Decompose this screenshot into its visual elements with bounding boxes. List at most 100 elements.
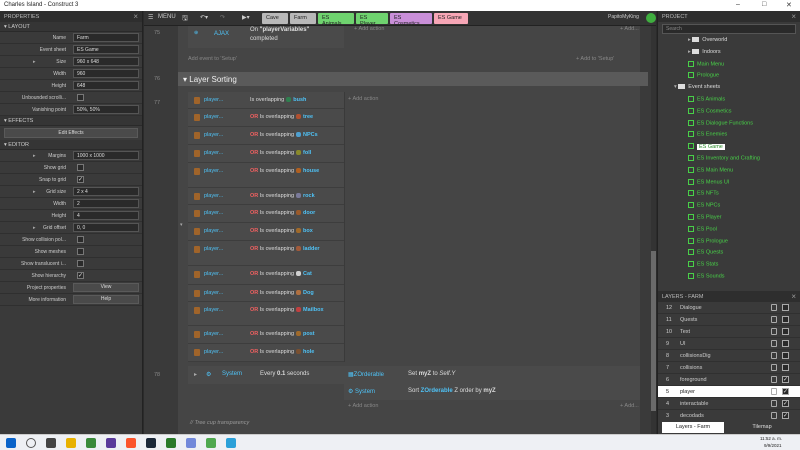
- scrollbar-thumb[interactable]: [651, 251, 656, 411]
- property-field[interactable]: 960: [73, 69, 139, 78]
- property-checkbox[interactable]: [77, 164, 84, 171]
- property-checkbox[interactable]: ✓: [77, 176, 84, 183]
- property-checkbox[interactable]: [77, 236, 84, 243]
- layer-row[interactable]: 9 UI: [658, 338, 800, 350]
- lock-icon[interactable]: [771, 400, 777, 407]
- add-to-setup-link[interactable]: + Add to 'Setup': [576, 56, 614, 62]
- maximize-icon[interactable]: □: [762, 1, 766, 8]
- property-field[interactable]: 2: [73, 199, 139, 208]
- lock-icon[interactable]: [771, 388, 777, 395]
- project-search-input[interactable]: Search: [662, 24, 796, 34]
- expand-icon[interactable]: ▸: [33, 59, 36, 65]
- editor-section[interactable]: ▾ EDITOR: [0, 140, 142, 150]
- property-button[interactable]: Help: [73, 295, 139, 304]
- lock-icon[interactable]: [771, 376, 777, 383]
- app-icon[interactable]: [226, 438, 236, 448]
- steam-icon[interactable]: [146, 438, 156, 448]
- visibility-checkbox[interactable]: [782, 340, 789, 347]
- collapse-icon[interactable]: ▾: [180, 222, 183, 228]
- add-action-link[interactable]: + Add action: [348, 96, 378, 102]
- condition-row[interactable]: player... OR Is overlapping rock: [188, 188, 344, 205]
- property-checkbox[interactable]: [77, 94, 84, 101]
- add-link[interactable]: + Add...: [620, 403, 639, 409]
- close-icon[interactable]: ✕: [786, 1, 792, 9]
- file-explorer-icon[interactable]: [66, 438, 76, 448]
- layer-row[interactable]: 7 collisions: [658, 362, 800, 374]
- property-checkbox[interactable]: [77, 248, 84, 255]
- condition-row[interactable]: player... OR Is overlapping tree: [188, 109, 344, 127]
- property-checkbox[interactable]: ✓: [77, 272, 84, 279]
- property-field[interactable]: 0, 0: [73, 223, 139, 232]
- lock-icon[interactable]: [771, 304, 777, 311]
- property-field[interactable]: 960 x 648: [73, 57, 139, 66]
- project-item[interactable]: ES Inventory and Crafting: [688, 155, 760, 161]
- add-event-setup-link[interactable]: Add event to 'Setup': [188, 56, 237, 62]
- add-action-link[interactable]: + Add action: [348, 403, 378, 409]
- expand-icon[interactable]: ▸: [33, 153, 36, 159]
- menu-icon[interactable]: ☰: [148, 14, 153, 21]
- tab-document[interactable]: Farm: [290, 13, 316, 24]
- discord-icon[interactable]: [186, 438, 196, 448]
- project-item[interactable]: ▾ Event sheets: [674, 84, 720, 90]
- group-layer-sorting[interactable]: ▾ Layer Sorting: [178, 72, 648, 86]
- action-sort-z[interactable]: ⚙ System Sort ZOrderable Z order by myZ: [344, 384, 640, 400]
- layer-row[interactable]: 6 foreground ✓: [658, 374, 800, 386]
- visibility-checkbox[interactable]: ✓: [782, 376, 789, 383]
- condition-row[interactable]: player... OR Is overlapping hole: [188, 344, 344, 362]
- project-item[interactable]: Prologue: [688, 72, 719, 79]
- visibility-checkbox[interactable]: [782, 304, 789, 311]
- project-item[interactable]: ES Prologue: [688, 237, 728, 244]
- windows-start-icon[interactable]: [6, 438, 16, 448]
- condition-row[interactable]: player... OR Is overlapping box: [188, 223, 344, 241]
- lock-icon[interactable]: [771, 316, 777, 323]
- project-item[interactable]: ES Menus UI: [688, 178, 729, 185]
- close-icon[interactable]: ×: [133, 12, 138, 21]
- condition-row[interactable]: player... OR Is overlapping Dog: [188, 285, 344, 302]
- condition-row[interactable]: player... OR Is overlapping Mailbox: [188, 302, 344, 326]
- edit-effects-button[interactable]: Edit Effects: [4, 128, 138, 138]
- clock-time[interactable]: 11:52 a. m.: [760, 436, 782, 441]
- project-item[interactable]: ES Dialogue Functions: [688, 119, 753, 126]
- event-every[interactable]: ▸ ⚙ System Every 0.1 seconds: [188, 366, 344, 384]
- condition-row[interactable]: player... OR Is overlapping NPCs: [188, 127, 344, 145]
- visibility-checkbox[interactable]: [782, 364, 789, 371]
- user-name[interactable]: PapitoMyKing: [608, 14, 639, 20]
- tab-tilemap[interactable]: Tilemap: [728, 422, 796, 433]
- visibility-checkbox[interactable]: ✓: [782, 412, 789, 419]
- layer-row[interactable]: 11 Quests: [658, 314, 800, 326]
- tab-document[interactable]: ES Cosmetics: [390, 13, 432, 27]
- project-item[interactable]: ES Main Menu: [688, 166, 733, 173]
- property-field[interactable]: 4: [73, 211, 139, 220]
- layer-row[interactable]: 5 player ✓: [658, 386, 800, 398]
- expand-icon[interactable]: ▸: [33, 189, 36, 195]
- project-item[interactable]: ES Game: [688, 143, 725, 150]
- property-field[interactable]: Farm: [73, 33, 139, 42]
- property-checkbox[interactable]: [77, 260, 84, 267]
- lock-icon[interactable]: [771, 352, 777, 359]
- search-icon[interactable]: [26, 438, 36, 448]
- visibility-checkbox[interactable]: ✓: [782, 388, 789, 395]
- save-icon[interactable]: 🖫: [182, 14, 188, 25]
- tab-document[interactable]: ES Game: [434, 13, 468, 24]
- menu-button[interactable]: MENU: [158, 14, 176, 20]
- layer-row[interactable]: 4 interactable ✓: [658, 398, 800, 410]
- condition-row[interactable]: player... OR Is overlapping ladder: [188, 241, 344, 266]
- project-item[interactable]: ES Quests: [688, 249, 723, 256]
- layer-row[interactable]: 10 Text: [658, 326, 800, 338]
- property-field[interactable]: 648: [73, 81, 139, 90]
- expand-icon[interactable]: ▸: [33, 225, 36, 231]
- add-action-link[interactable]: + Add action: [354, 26, 384, 32]
- condition-row[interactable]: player... OR Is overlapping foll: [188, 145, 344, 163]
- minimize-icon[interactable]: –: [736, 1, 740, 8]
- effects-section[interactable]: ▾ EFFECTS: [0, 116, 142, 126]
- project-item[interactable]: ES Cosmetics: [688, 107, 732, 114]
- property-button[interactable]: View: [73, 283, 139, 292]
- project-item[interactable]: ES NPCs: [688, 202, 720, 209]
- close-icon[interactable]: ×: [791, 292, 796, 301]
- lock-icon[interactable]: [771, 340, 777, 347]
- expand-icon[interactable]: ⊕: [194, 30, 198, 36]
- tab-document[interactable]: ES Player: [356, 13, 388, 27]
- layer-row[interactable]: 8 collisionsDig: [658, 350, 800, 362]
- visibility-checkbox[interactable]: [782, 316, 789, 323]
- project-item[interactable]: ▸ Indoors: [688, 49, 721, 55]
